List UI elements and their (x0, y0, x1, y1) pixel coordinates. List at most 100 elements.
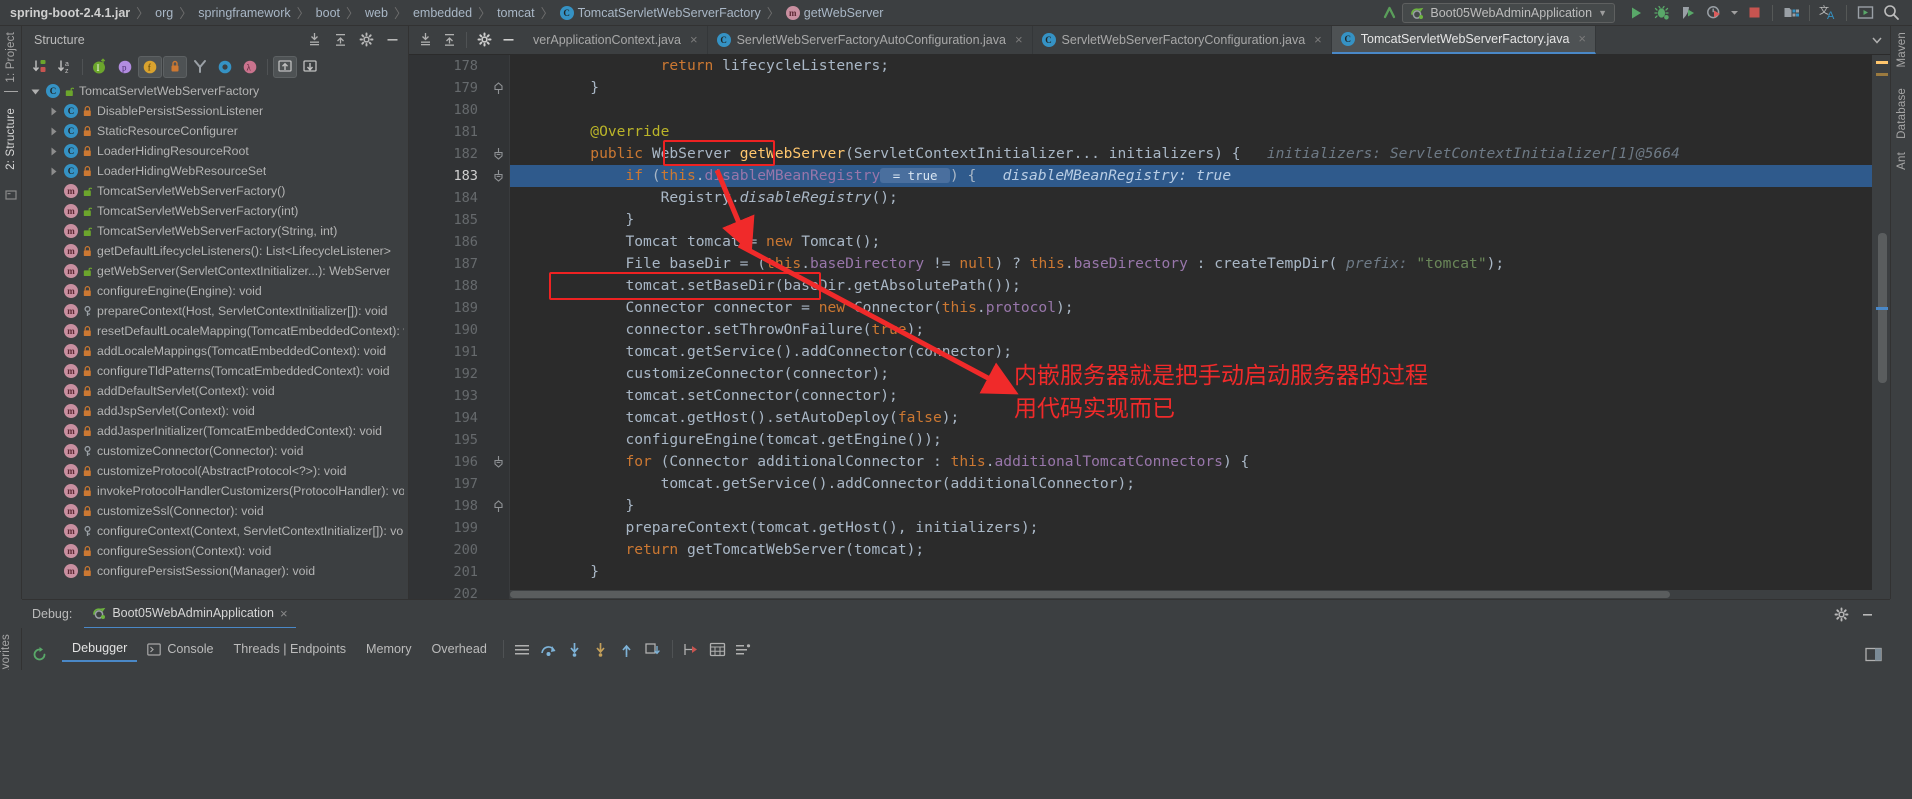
code-line[interactable]: } (510, 209, 1872, 231)
autoscroll-from-source-button[interactable] (298, 56, 322, 78)
layout-settings-icon[interactable] (1860, 641, 1886, 667)
chevron-right-icon[interactable] (48, 166, 59, 177)
show-inherited-button[interactable]: I (88, 56, 112, 78)
step-into-icon[interactable] (562, 636, 588, 662)
tree-node[interactable]: m configurePersistSession(Manager): void (22, 561, 408, 581)
code-line[interactable]: Connector connector = new Connector(this… (510, 297, 1872, 319)
show-properties-button[interactable]: p (113, 56, 137, 78)
code-line[interactable] (510, 99, 1872, 121)
debug-icon[interactable] (1649, 0, 1675, 26)
close-icon[interactable]: × (1314, 32, 1322, 47)
line-number[interactable]: 192 (409, 363, 488, 385)
code-line[interactable]: Registry.disableRegistry(); (510, 187, 1872, 209)
line-number[interactable]: 179 (409, 77, 488, 99)
close-icon[interactable]: × (1015, 32, 1023, 47)
expand-all-icon[interactable] (302, 29, 326, 51)
mute-breakpoints-icon[interactable] (731, 636, 757, 662)
code-line[interactable]: tomcat.getService().addConnector(additio… (510, 473, 1872, 495)
tab-console[interactable]: Console (137, 636, 223, 662)
code-line[interactable]: File baseDir = (this.baseDirectory != nu… (510, 253, 1872, 275)
project-structure-icon[interactable] (1778, 0, 1804, 26)
translate-icon[interactable]: 文 A (1815, 0, 1841, 26)
sidebar-item-ant[interactable]: Ant (1896, 146, 1908, 178)
line-number[interactable]: 188 (409, 275, 488, 297)
line-number[interactable]: 197 (409, 473, 488, 495)
stop-icon[interactable] (1741, 0, 1767, 26)
tab-debugger[interactable]: Debugger (62, 636, 138, 662)
tree-node[interactable]: C TomcatServletWebServerFactory (22, 81, 408, 101)
show-lambdas-button[interactable] (213, 56, 237, 78)
code-line[interactable]: if (this.disableMBeanRegistry = true ) {… (510, 165, 1872, 187)
editor-hscrollbar[interactable] (510, 590, 1872, 599)
chevron-right-icon[interactable] (48, 106, 59, 117)
line-number[interactable]: 191 (409, 341, 488, 363)
tab-memory[interactable]: Memory (356, 636, 421, 662)
favorites-icon[interactable] (4, 189, 17, 201)
editor-tab-verapplicationcontext-java[interactable]: verApplicationContext.java × (524, 26, 708, 54)
line-number[interactable]: 178 (409, 55, 488, 77)
fold-end-icon[interactable] (488, 495, 509, 517)
sidebar-item-structure[interactable]: 2: Structure (5, 102, 17, 178)
tree-node[interactable]: m getDefaultLifecycleListeners(): List<Li… (22, 241, 408, 261)
step-out-icon[interactable] (614, 636, 640, 662)
search-everywhere-icon[interactable] (1878, 0, 1904, 26)
code-line[interactable]: prepareContext(tomcat.getHost(), initial… (510, 517, 1872, 539)
tree-node[interactable]: m configureEngine(Engine): void (22, 281, 408, 301)
evaluate-expression-icon[interactable] (705, 636, 731, 662)
tree-node[interactable]: m configureSession(Context): void (22, 541, 408, 561)
show-execution-point-icon[interactable] (510, 636, 536, 662)
tree-node[interactable]: C LoaderHidingResourceRoot (22, 141, 408, 161)
hide-icon[interactable] (496, 29, 520, 51)
line-number[interactable]: 184 (409, 187, 488, 209)
breadcrumb-item-springframework[interactable]: springframework (198, 6, 290, 20)
chevron-down-icon[interactable] (30, 86, 41, 97)
line-number[interactable]: 196 (409, 451, 488, 473)
editor-gutter[interactable]: 178179180181182O183184185186187188189190… (409, 55, 509, 599)
run-with-coverage-icon[interactable] (1675, 0, 1701, 26)
line-number[interactable]: 187 (409, 253, 488, 275)
line-number[interactable]: 186 (409, 231, 488, 253)
editor-hscrollbar-thumb[interactable] (510, 591, 1670, 598)
tree-node[interactable]: m addJasperInitializer(TomcatEmbeddedCont… (22, 421, 408, 441)
breadcrumb-item-embedded[interactable]: embedded (413, 6, 472, 20)
editor-tab-tomcatservletwebserverfactory-java[interactable]: C TomcatServletWebServerFactory.java × (1331, 26, 1596, 54)
line-number[interactable]: 201 (409, 561, 488, 583)
code-line[interactable]: tomcat.setBaseDir(baseDir.getAbsolutePat… (510, 275, 1872, 297)
code-line[interactable]: } (510, 561, 1872, 583)
line-number[interactable]: 199 (409, 517, 488, 539)
tree-node[interactable]: m configureContext(Context, ServletContex… (22, 521, 408, 541)
profiler-dropdown-icon[interactable] (1727, 0, 1741, 26)
fold-start-icon[interactable] (488, 143, 509, 165)
sidebar-item-database[interactable]: Database (1896, 82, 1908, 147)
code-line[interactable]: } (510, 77, 1872, 99)
line-number[interactable]: 194 (409, 407, 488, 429)
breadcrumb-item-spring-boot-2-4-1-jar[interactable]: spring-boot-2.4.1.jar (10, 6, 130, 20)
editor-code-area[interactable]: return lifecycleListeners; } @Override p… (510, 55, 1872, 599)
line-number[interactable]: 185 (409, 209, 488, 231)
group-by-lambda-button[interactable]: λ (238, 56, 262, 78)
fold-end-icon[interactable] (488, 77, 509, 99)
run-to-cursor-icon[interactable] (679, 636, 705, 662)
tree-node[interactable]: C LoaderHidingWebResourceSet (22, 161, 408, 181)
tab-overhead[interactable]: Overhead (422, 636, 497, 662)
autoscroll-to-source-button[interactable] (273, 55, 297, 78)
profiler-icon[interactable] (1701, 0, 1727, 26)
fold-start-icon[interactable] (488, 165, 509, 187)
tree-node[interactable]: m TomcatServletWebServerFactory(String, i… (22, 221, 408, 241)
chevron-right-icon[interactable] (48, 146, 59, 157)
breadcrumb-item-org[interactable]: org (155, 6, 173, 20)
tab-list-chevron-icon[interactable] (1864, 26, 1890, 54)
fold-start-icon[interactable] (488, 451, 509, 473)
tree-node[interactable]: m addLocaleMappings(TomcatEmbeddedContext… (22, 341, 408, 361)
sidebar-item-maven[interactable]: Maven (1896, 26, 1908, 82)
breadcrumb-item-boot[interactable]: boot (316, 6, 340, 20)
tree-node[interactable]: m TomcatServletWebServerFactory(int) (22, 201, 408, 221)
settings-gear-icon[interactable] (354, 29, 378, 51)
code-line[interactable]: configureEngine(tomcat.getEngine()); (510, 429, 1872, 451)
line-number[interactable]: 198 (409, 495, 488, 517)
drop-frame-icon[interactable] (640, 636, 666, 662)
code-line[interactable]: connector.setThrowOnFailure(true); (510, 319, 1872, 341)
tree-node[interactable]: m getWebServer(ServletContextInitializer.… (22, 261, 408, 281)
code-line[interactable]: } (510, 495, 1872, 517)
expand-all-icon[interactable] (413, 29, 437, 51)
